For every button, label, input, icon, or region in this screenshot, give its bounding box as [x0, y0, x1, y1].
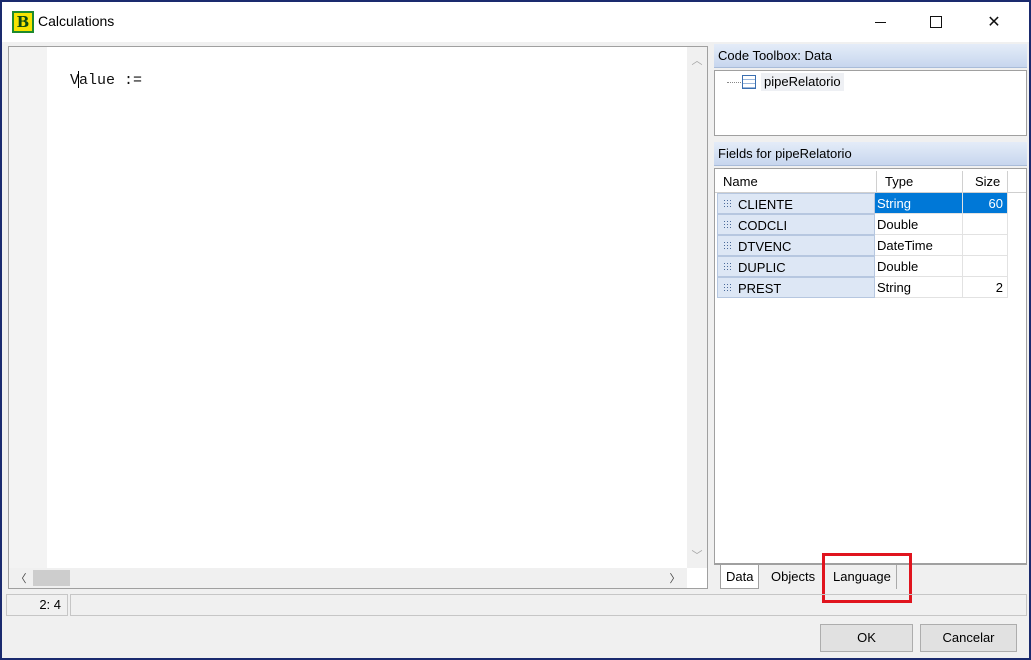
field-name-cell[interactable]: DUPLIC	[717, 256, 875, 277]
fields-header: Fields for pipeRelatorio	[714, 142, 1027, 166]
column-header-name[interactable]: Name	[717, 171, 877, 193]
column-header-size[interactable]: Size	[963, 171, 1008, 193]
status-bar: 2: 4	[6, 594, 1027, 616]
field-type-cell[interactable]: Double	[875, 256, 963, 277]
field-type-cell[interactable]: DateTime	[875, 235, 963, 256]
field-size-cell[interactable]	[963, 256, 1008, 277]
scroll-left-icon[interactable]: 〈	[11, 569, 31, 587]
column-header-type[interactable]: Type	[877, 171, 963, 193]
field-name-cell[interactable]: CLIENTE	[717, 193, 875, 214]
drag-handle-icon	[723, 262, 733, 272]
grid-header: Name Type Size	[715, 171, 1026, 193]
window-title: Calculations	[38, 13, 115, 29]
cancel-button[interactable]: Cancelar	[920, 624, 1017, 652]
close-icon: ✕	[987, 14, 1001, 31]
fields-grid[interactable]: Name Type Size CLIENTE String 60 CODCLI …	[714, 168, 1027, 564]
scroll-up-icon[interactable]: ︿	[687, 51, 707, 69]
status-panel	[70, 594, 1027, 616]
field-type-cell[interactable]: String	[875, 277, 963, 298]
field-size-cell[interactable]: 60	[963, 193, 1008, 214]
field-row[interactable]: CODCLI Double	[715, 214, 1008, 235]
code-text[interactable]: Value :=	[70, 72, 142, 89]
field-size-cell[interactable]	[963, 214, 1008, 235]
field-name-cell[interactable]: PREST	[717, 277, 875, 298]
app-logo-icon: B	[12, 11, 34, 33]
tab-objects[interactable]: Objects	[766, 565, 820, 589]
vertical-scrollbar[interactable]: ︿ ﹀	[687, 47, 707, 568]
field-row[interactable]: PREST String 2	[715, 277, 1008, 298]
maximize-icon	[930, 16, 942, 28]
field-row[interactable]: DTVENC DateTime	[715, 235, 1008, 256]
code-editor[interactable]: Value := ︿ ﹀ 〈 〉	[8, 46, 708, 589]
drag-handle-icon	[723, 283, 733, 293]
tree-item-piperelatorio[interactable]: pipeRelatorio	[761, 73, 844, 91]
field-name-cell[interactable]: DTVENC	[717, 235, 875, 256]
toolbox-header: Code Toolbox: Data	[714, 44, 1027, 68]
field-type-cell[interactable]: String	[875, 193, 963, 214]
field-size-cell[interactable]	[963, 235, 1008, 256]
close-button[interactable]: ✕	[966, 2, 1022, 42]
minimize-button[interactable]	[852, 2, 908, 42]
horizontal-scroll-thumb[interactable]	[33, 570, 70, 586]
field-name-cell[interactable]: CODCLI	[717, 214, 875, 235]
field-row[interactable]: DUPLIC Double	[715, 256, 1008, 277]
field-size-cell[interactable]: 2	[963, 277, 1008, 298]
title-bar[interactable]: B Calculations ✕	[2, 2, 1029, 42]
scroll-down-icon[interactable]: ﹀	[687, 546, 707, 564]
minimize-icon	[874, 21, 886, 23]
toolbox-tree[interactable]: pipeRelatorio	[714, 70, 1027, 136]
drag-handle-icon	[723, 199, 733, 209]
cursor-position: 2: 4	[6, 594, 68, 616]
drag-handle-icon	[723, 220, 733, 230]
maximize-button[interactable]	[908, 2, 964, 42]
calculations-window: B Calculations ✕ Value := ︿ ﹀ 〈 〉 Code T…	[0, 0, 1031, 660]
ok-button[interactable]: OK	[820, 624, 913, 652]
text-caret	[78, 71, 79, 88]
table-icon	[742, 75, 756, 89]
drag-handle-icon	[723, 241, 733, 251]
horizontal-scrollbar[interactable]: 〈 〉	[9, 568, 687, 588]
tab-data[interactable]: Data	[720, 565, 760, 589]
scroll-right-icon[interactable]: 〉	[665, 569, 685, 587]
field-type-cell[interactable]: Double	[875, 214, 963, 235]
field-row[interactable]: CLIENTE String 60	[715, 193, 1008, 214]
editor-gutter	[9, 47, 47, 568]
